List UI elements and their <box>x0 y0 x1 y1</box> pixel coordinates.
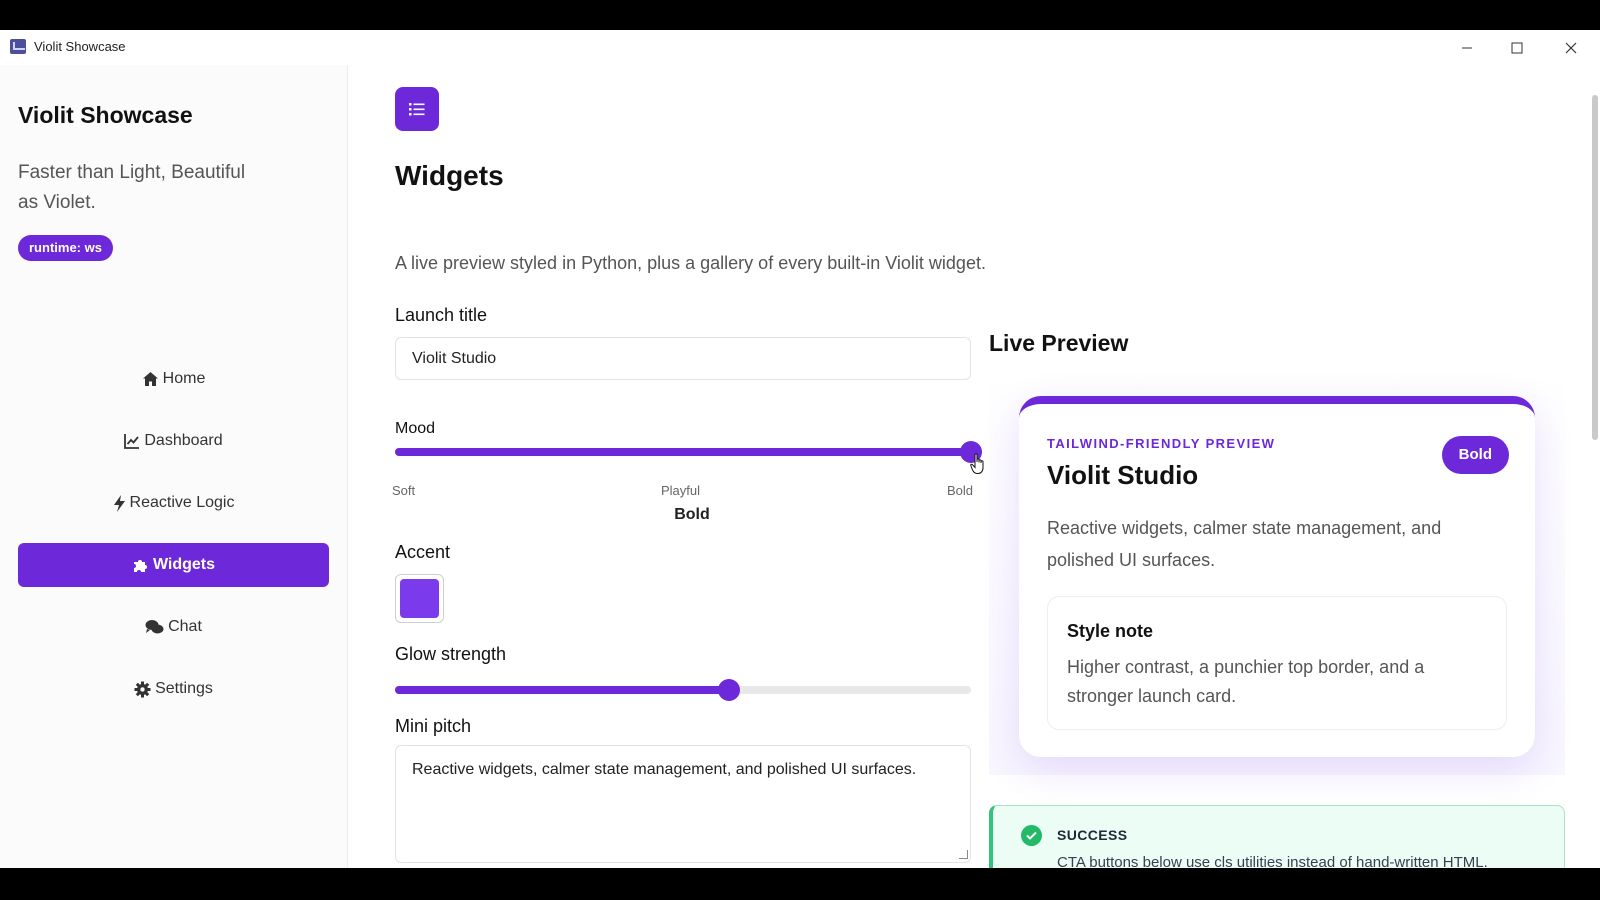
sidebar-item-widgets[interactable]: Widgets <box>18 543 329 587</box>
style-note-body: Higher contrast, a punchier top border, … <box>1067 657 1425 706</box>
chat-icon <box>145 620 164 634</box>
mood-value: Bold <box>674 506 710 523</box>
live-preview-heading: Live Preview <box>989 330 1129 356</box>
success-alert: SUCCESS CTA buttons below use cls utilit… <box>989 805 1565 868</box>
accent-color-picker[interactable] <box>395 574 444 623</box>
sidebar-item-home[interactable]: Home <box>18 357 329 401</box>
sidebar-item-label: Reactive Logic <box>129 494 235 511</box>
close-button[interactable] <box>1551 35 1591 61</box>
runtime-badge: runtime: ws <box>18 235 113 261</box>
close-icon <box>1565 42 1577 54</box>
list-icon <box>409 103 425 116</box>
window-title: Violit Showcase <box>34 39 126 54</box>
home-icon <box>142 372 158 386</box>
mini-pitch-textarea[interactable]: Reactive widgets, calmer state managemen… <box>395 745 971 863</box>
page-title: Widgets <box>395 160 504 191</box>
mood-tick-playful: Playful <box>661 483 701 498</box>
minimize-button[interactable] <box>1447 35 1487 61</box>
sidebar-item-label: Chat <box>168 618 202 635</box>
sidebar: Violit Showcase Faster than Light, Beaut… <box>0 65 348 868</box>
sidebar-item-label: Dashboard <box>144 432 223 449</box>
app-window: Violit Showcase Violit Showcase Faster t… <box>0 30 1600 868</box>
preview-eyebrow: TAILWIND-FRIENDLY PREVIEW <box>1047 436 1276 451</box>
preview-card-title: Violit Studio <box>1047 460 1199 490</box>
style-note-box: Style note Higher contrast, a punchier t… <box>1047 596 1507 730</box>
sidebar-item-settings[interactable]: Settings <box>18 667 329 711</box>
glow-slider-fill <box>395 686 730 694</box>
preview-card-body: Reactive widgets, calmer state managemen… <box>1047 518 1442 570</box>
launch-title-label: Launch title <box>395 305 488 325</box>
app-icon <box>10 39 26 54</box>
glow-slider-thumb[interactable] <box>718 679 741 701</box>
sidebar-item-label: Settings <box>155 680 213 697</box>
glow-strength-slider[interactable] <box>395 679 971 701</box>
sidebar-item-dashboard[interactable]: Dashboard <box>18 419 329 463</box>
alert-body: CTA buttons below use cls utilities inst… <box>1057 854 1488 868</box>
hand-cursor-icon <box>970 453 984 474</box>
mood-tick-bold: Bold <box>947 483 974 498</box>
mood-slider-fill <box>395 448 971 456</box>
sidebar-item-label: Widgets <box>152 556 216 573</box>
maximize-icon <box>1511 42 1523 54</box>
sidebar-item-label: Home <box>162 370 206 387</box>
preview-card: TAILWIND-FRIENDLY PREVIEW Violit Studio … <box>1019 396 1535 757</box>
mood-label: Mood <box>395 420 436 437</box>
sidebar-tagline: Faster than Light, Beautiful as Violet. <box>18 162 246 213</box>
style-note-title: Style note <box>1067 621 1154 641</box>
page-description: A live preview styled in Python, plus a … <box>395 253 986 273</box>
mood-tick-soft: Soft <box>392 483 416 498</box>
check-circle-icon <box>1021 825 1042 846</box>
gear-icon <box>134 681 151 697</box>
maximize-button[interactable] <box>1497 35 1537 61</box>
page-logo <box>395 87 439 131</box>
accent-color-fill <box>400 579 439 618</box>
preview-mood-badge: Bold <box>1441 436 1509 474</box>
glow-strength-label: Glow strength <box>395 644 507 664</box>
title-bar: Violit Showcase <box>0 30 1600 65</box>
launch-title-input[interactable]: Violit Studio <box>395 337 971 380</box>
bolt-icon <box>113 494 125 512</box>
alert-title: SUCCESS <box>1057 827 1128 843</box>
vertical-scrollbar[interactable] <box>1592 95 1598 440</box>
mini-pitch-label: Mini pitch <box>395 716 472 736</box>
chart-line-icon <box>124 434 140 449</box>
puzzle-icon <box>133 559 147 572</box>
sidebar-item-reactive-logic[interactable]: Reactive Logic <box>18 481 329 525</box>
sidebar-brand: Violit Showcase <box>18 102 193 128</box>
sidebar-item-chat[interactable]: Chat <box>18 605 329 649</box>
minimize-icon <box>1462 47 1472 49</box>
accent-label: Accent <box>395 542 451 562</box>
mood-slider[interactable] <box>395 441 982 463</box>
textarea-resize-handle[interactable] <box>959 850 968 859</box>
